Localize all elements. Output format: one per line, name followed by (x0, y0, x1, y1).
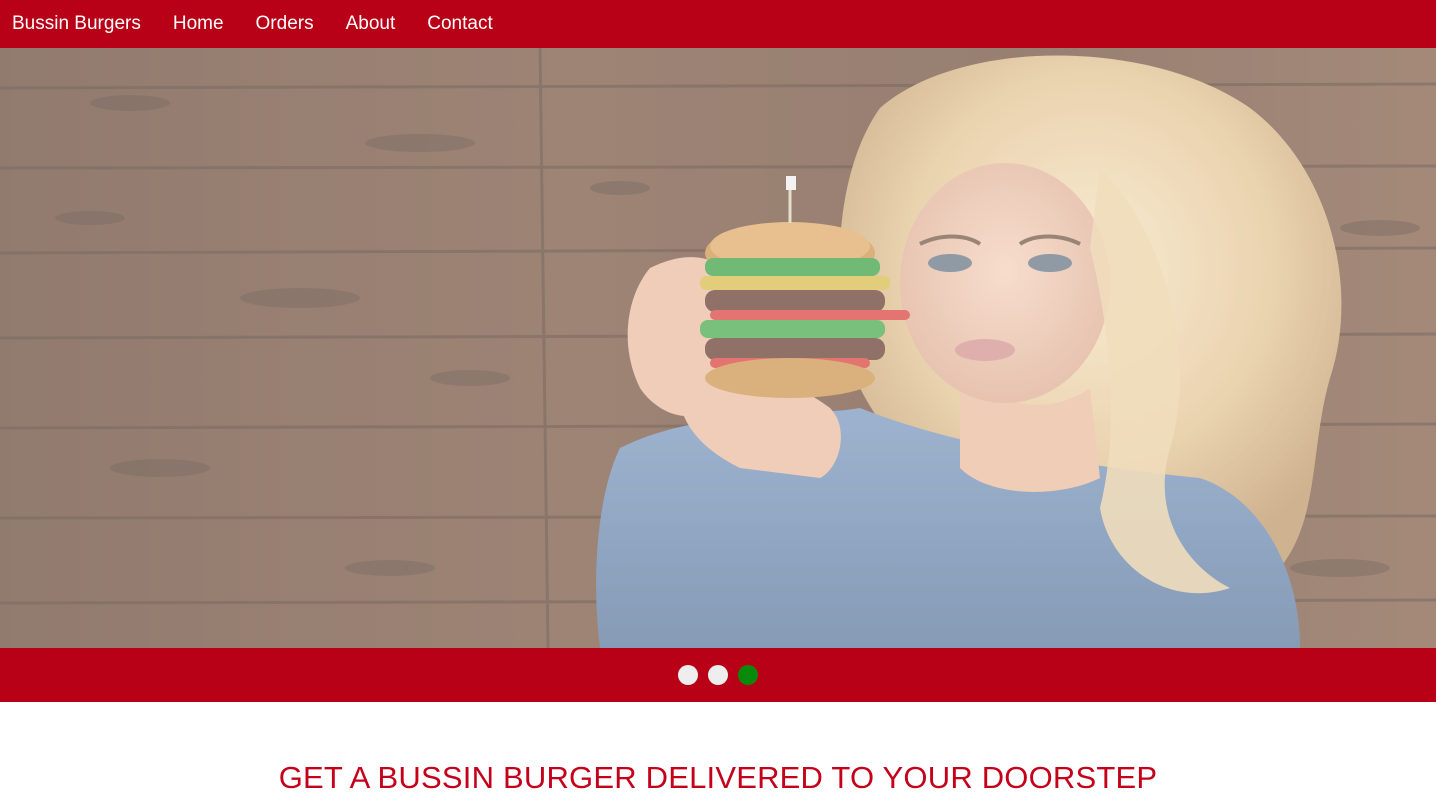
carousel-indicator-bar (0, 648, 1436, 702)
carousel-dot-3-active[interactable] (738, 665, 758, 685)
carousel-dot-1[interactable] (678, 665, 698, 685)
carousel-dot-2[interactable] (708, 665, 728, 685)
page-headline: GET A BUSSIN BURGER DELIVERED TO YOUR DO… (278, 760, 1158, 795)
hero-carousel-slide (0, 48, 1436, 648)
nav-orders-link[interactable]: Orders (240, 2, 330, 46)
nav-contact-link[interactable]: Contact (411, 2, 508, 46)
hero-image (0, 48, 1436, 648)
brand-link[interactable]: Bussin Burgers (0, 2, 157, 46)
top-navbar: Bussin Burgers Home Orders About Contact (0, 0, 1436, 48)
nav-about-link[interactable]: About (330, 2, 412, 46)
nav-home-link[interactable]: Home (157, 2, 240, 46)
